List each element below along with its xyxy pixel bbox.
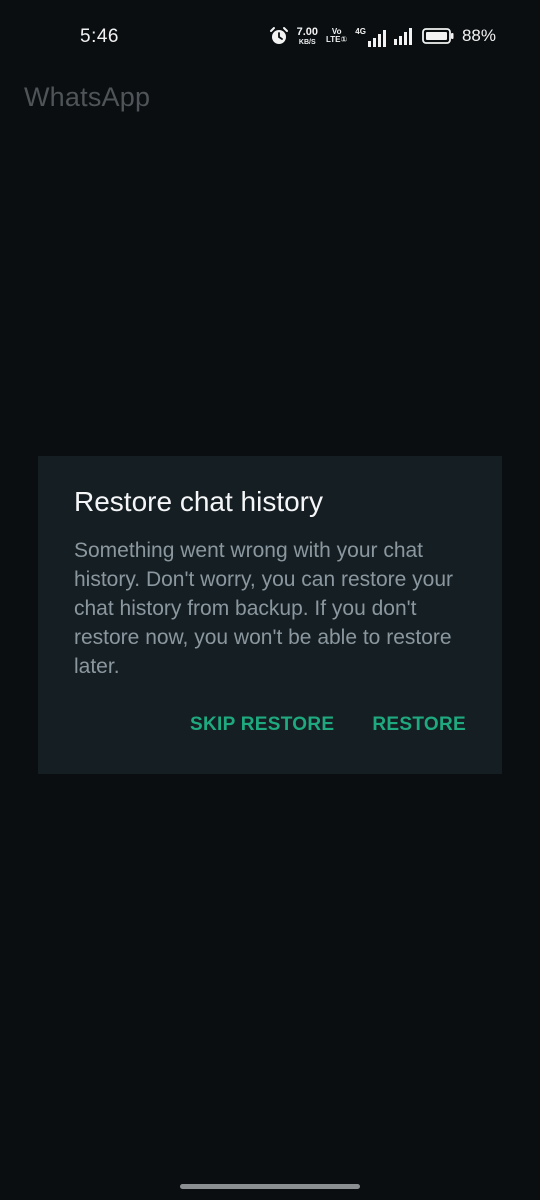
signal-icon [393, 27, 414, 45]
status-time: 5:46 [80, 26, 119, 47]
dialog-title: Restore chat history [74, 486, 323, 517]
alarm-icon [269, 26, 289, 46]
gesture-navigation-bar[interactable] [180, 1184, 360, 1189]
network-type: 4G [355, 27, 366, 36]
battery-percent: 88% [461, 26, 496, 45]
dialog-actions: SKIP RESTORE RESTORE [190, 714, 466, 736]
restore-button[interactable]: RESTORE [372, 714, 466, 736]
signal-icon [367, 30, 386, 47]
battery-icon [422, 27, 454, 45]
volte-bottom: LTE① [326, 35, 348, 44]
app-title: WhatsApp [24, 82, 151, 112]
skip-restore-button[interactable]: SKIP RESTORE [190, 714, 334, 736]
network-speed: 7.00 KB/S [296, 25, 318, 46]
cellular-4g-signal: 4G [355, 25, 386, 47]
status-bar: 5:46 7.00 KB/S Vo LTE① 4G 88% [0, 0, 540, 72]
network-speed-value: 7.00 [296, 25, 318, 38]
volte-indicator: Vo LTE① [326, 28, 347, 44]
status-icons: 7.00 KB/S Vo LTE① 4G 88% [269, 24, 496, 48]
network-speed-unit: KB/S [298, 38, 316, 46]
dialog-message: Something went wrong with your chat hist… [74, 539, 454, 678]
restore-dialog: Restore chat history Something went wron… [38, 456, 502, 774]
